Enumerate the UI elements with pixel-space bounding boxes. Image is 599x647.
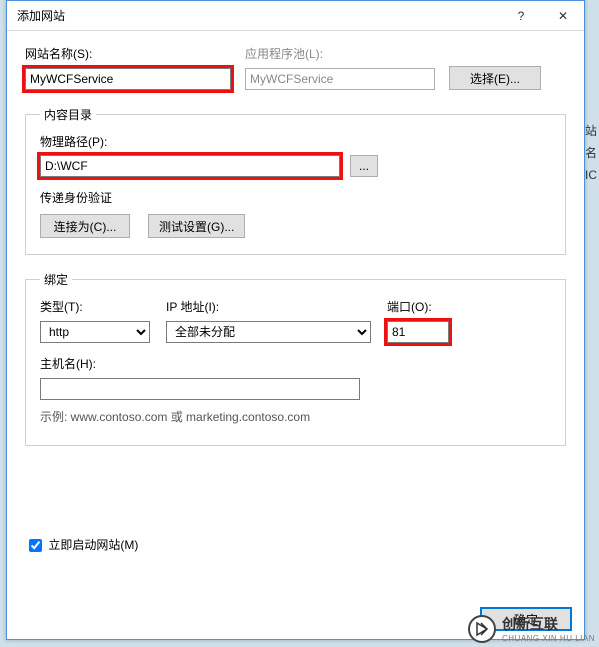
close-button[interactable]: ✕ bbox=[542, 1, 584, 30]
port-input[interactable] bbox=[387, 321, 449, 343]
watermark-brand: 创新互联 bbox=[502, 614, 595, 634]
type-label: 类型(T): bbox=[40, 298, 150, 315]
physical-path-label: 物理路径(P): bbox=[40, 133, 551, 150]
titlebar: 添加网站 ? ✕ bbox=[7, 1, 584, 31]
host-example: 示例: www.contoso.com 或 marketing.contoso.… bbox=[40, 408, 551, 425]
app-pool-input bbox=[245, 68, 435, 90]
app-pool-label: 应用程序池(L): bbox=[245, 45, 435, 62]
host-label: 主机名(H): bbox=[40, 355, 360, 372]
content-directory-group: 内容目录 物理路径(P): ... 传递身份验证 连接为(C)... 测试设置(… bbox=[25, 106, 566, 255]
connect-as-button[interactable]: 连接为(C)... bbox=[40, 214, 130, 238]
host-input[interactable] bbox=[40, 378, 360, 400]
browse-path-button[interactable]: ... bbox=[350, 155, 378, 177]
watermark: 创新互联 CHUANG XIN HU LIAN bbox=[468, 614, 595, 643]
dialog-content: 网站名称(S): 应用程序池(L): 选择(E)... 内容目录 物理路径(P)… bbox=[7, 31, 584, 565]
start-site-checkbox-label[interactable]: 立即启动网站(M) bbox=[25, 538, 138, 552]
help-icon: ? bbox=[518, 9, 525, 23]
close-icon: ✕ bbox=[558, 9, 568, 23]
start-site-text: 立即启动网站(M) bbox=[48, 538, 138, 552]
dialog-title: 添加网站 bbox=[17, 7, 500, 24]
site-name-input[interactable] bbox=[25, 68, 231, 90]
ip-select[interactable]: 全部未分配 bbox=[166, 321, 371, 343]
binding-legend: 绑定 bbox=[40, 271, 72, 288]
type-select[interactable]: http bbox=[40, 321, 150, 343]
content-directory-legend: 内容目录 bbox=[40, 106, 96, 123]
port-label: 端口(O): bbox=[387, 298, 449, 315]
help-button[interactable]: ? bbox=[500, 1, 542, 30]
bg-hint: 名 bbox=[585, 142, 597, 164]
select-pool-button[interactable]: 选择(E)... bbox=[449, 66, 541, 90]
physical-path-input[interactable] bbox=[40, 155, 340, 177]
watermark-sub: CHUANG XIN HU LIAN bbox=[502, 634, 595, 643]
site-name-label: 网站名称(S): bbox=[25, 45, 231, 62]
start-site-checkbox[interactable] bbox=[29, 539, 42, 552]
auth-label: 传递身份验证 bbox=[40, 189, 551, 206]
add-website-dialog: 添加网站 ? ✕ 网站名称(S): 应用程序池(L): 选择(E)... 内容目… bbox=[6, 0, 585, 640]
bg-hint: IC bbox=[585, 164, 597, 186]
binding-group: 绑定 类型(T): http IP 地址(I): 全部未分配 端口(O): bbox=[25, 271, 566, 446]
bg-hint: 站 bbox=[585, 120, 597, 142]
ip-label: IP 地址(I): bbox=[166, 298, 371, 315]
background-hints: 站 名 IC bbox=[585, 120, 597, 186]
watermark-logo-icon bbox=[468, 615, 496, 643]
test-settings-button[interactable]: 测试设置(G)... bbox=[148, 214, 245, 238]
